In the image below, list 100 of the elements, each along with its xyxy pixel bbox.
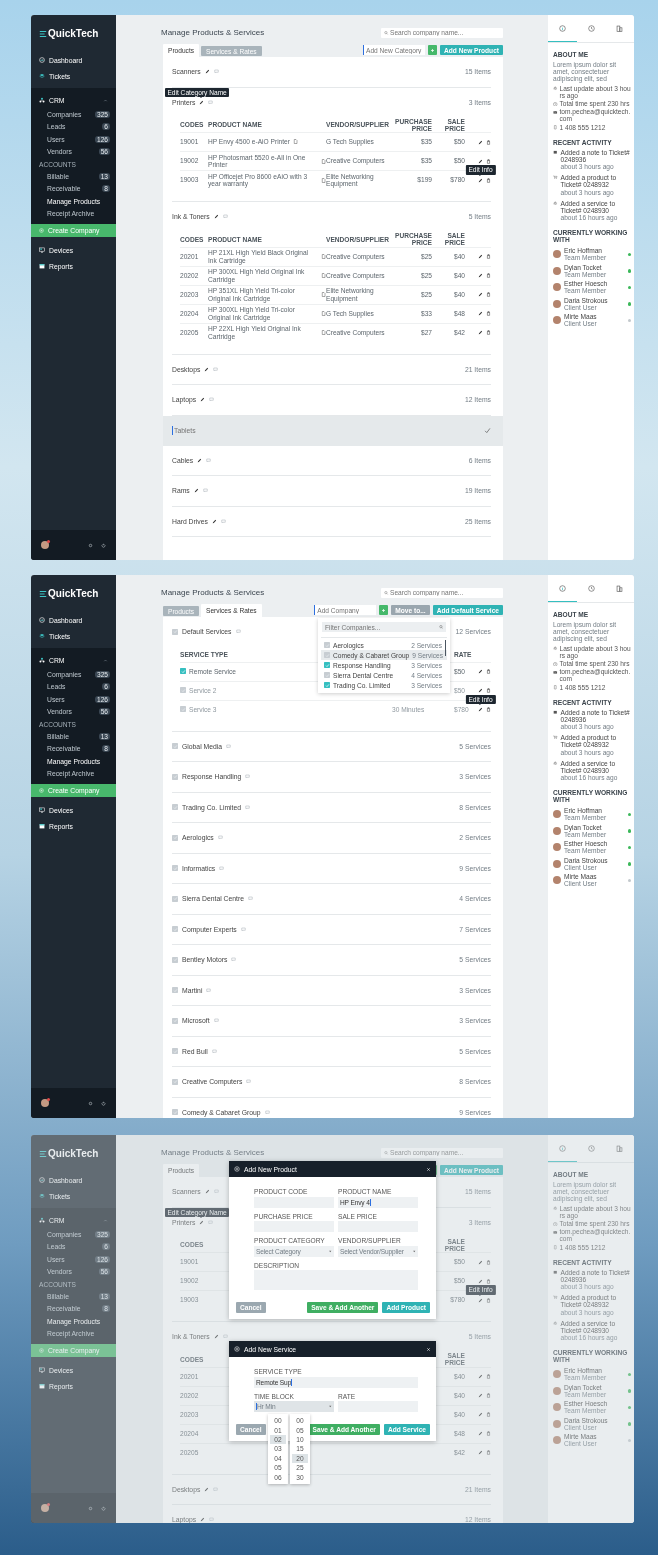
checkbox[interactable] [172, 773, 178, 780]
comment-icon[interactable] [211, 1048, 217, 1054]
settings-icon[interactable] [88, 542, 93, 548]
trash-icon[interactable] [486, 688, 491, 693]
trash-icon[interactable] [486, 707, 491, 712]
close-icon[interactable] [426, 1346, 431, 1352]
comment-icon[interactable] [208, 99, 214, 105]
checkbox[interactable] [172, 1109, 178, 1116]
comment-icon[interactable] [208, 1219, 214, 1225]
checkbox[interactable] [172, 1017, 178, 1024]
comment-icon[interactable] [264, 1109, 270, 1115]
add-button[interactable] [379, 605, 389, 615]
comment-icon[interactable] [206, 987, 212, 993]
trash-icon[interactable] [486, 158, 491, 164]
comment-icon[interactable] [213, 69, 219, 75]
pencil-icon[interactable] [193, 488, 199, 494]
pencil-icon[interactable] [478, 330, 483, 335]
comment-icon[interactable] [209, 1517, 215, 1523]
scrollbar[interactable] [445, 640, 446, 656]
comment-icon[interactable] [247, 896, 253, 902]
document-icon[interactable] [321, 254, 326, 259]
comment-icon[interactable] [219, 865, 225, 871]
comment-icon[interactable] [246, 1079, 252, 1085]
pencil-icon[interactable] [478, 273, 483, 278]
checkbox[interactable] [324, 672, 330, 678]
trash-icon[interactable] [486, 1374, 491, 1379]
trash-icon[interactable] [486, 669, 491, 674]
pencil-icon[interactable] [478, 254, 483, 259]
comment-icon[interactable] [226, 743, 232, 749]
document-icon[interactable] [321, 273, 326, 278]
checkbox[interactable] [172, 834, 178, 841]
trash-icon[interactable] [486, 292, 491, 297]
checkbox[interactable] [172, 987, 178, 994]
comment-icon[interactable] [217, 835, 223, 841]
checkbox[interactable] [172, 926, 178, 933]
trash-icon[interactable] [486, 177, 491, 183]
pencil-icon[interactable] [200, 397, 206, 403]
checkbox[interactable] [172, 628, 178, 635]
trash-icon[interactable] [486, 330, 491, 335]
comment-icon[interactable] [209, 397, 215, 403]
document-icon[interactable] [293, 139, 298, 145]
comment-icon[interactable] [235, 629, 241, 635]
trash-icon[interactable] [486, 273, 491, 278]
comment-icon[interactable] [222, 214, 228, 220]
comment-icon[interactable] [206, 457, 212, 463]
pencil-icon[interactable] [204, 69, 210, 75]
trash-icon[interactable] [486, 1278, 491, 1284]
comment-icon[interactable] [231, 957, 237, 963]
checkbox[interactable] [172, 743, 178, 750]
pencil-icon[interactable] [211, 518, 217, 524]
comment-icon[interactable] [222, 1334, 228, 1340]
comment-icon[interactable] [202, 488, 208, 494]
add-button[interactable] [428, 45, 438, 55]
checkbox[interactable] [180, 668, 186, 675]
checkbox[interactable] [172, 956, 178, 963]
pencil-icon[interactable] [478, 177, 483, 183]
checkbox[interactable] [180, 687, 186, 694]
checkbox[interactable] [172, 865, 178, 872]
pencil-icon[interactable] [197, 457, 203, 463]
comment-icon[interactable] [213, 1018, 219, 1024]
checkbox[interactable] [172, 895, 178, 902]
pencil-icon[interactable] [478, 139, 483, 145]
comment-icon[interactable] [220, 518, 226, 524]
comment-icon[interactable] [240, 926, 246, 932]
trash-icon[interactable] [486, 1259, 491, 1265]
checkbox[interactable] [172, 804, 178, 811]
checkbox[interactable] [172, 1048, 178, 1055]
comment-icon[interactable] [245, 774, 251, 780]
comment-icon[interactable] [213, 1189, 219, 1195]
trash-icon[interactable] [486, 1450, 491, 1455]
trash-icon[interactable] [486, 1412, 491, 1417]
trash-icon[interactable] [486, 1393, 491, 1398]
document-icon[interactable] [321, 158, 326, 164]
avatar[interactable] [41, 1099, 49, 1107]
document-icon[interactable] [321, 311, 326, 316]
checkbox[interactable] [324, 642, 330, 648]
check-icon[interactable] [484, 427, 491, 434]
pencil-icon[interactable] [478, 311, 483, 316]
pencil-icon[interactable] [478, 158, 483, 164]
pencil-icon[interactable] [204, 366, 210, 372]
checkbox[interactable] [324, 652, 330, 658]
trash-icon[interactable] [486, 1297, 491, 1303]
power-icon[interactable] [101, 1505, 106, 1511]
pencil-icon[interactable] [213, 214, 219, 220]
avatar[interactable] [41, 541, 49, 549]
checkbox[interactable] [180, 706, 186, 713]
trash-icon[interactable] [486, 254, 491, 259]
comment-icon[interactable] [245, 804, 251, 810]
document-icon[interactable] [321, 330, 326, 335]
document-icon[interactable] [321, 292, 326, 297]
document-icon[interactable] [321, 177, 326, 183]
comment-icon[interactable] [213, 366, 219, 372]
pencil-icon[interactable] [199, 99, 205, 105]
settings-icon[interactable] [88, 1505, 93, 1511]
pencil-icon[interactable] [478, 292, 483, 297]
pencil-icon[interactable] [478, 707, 483, 712]
close-icon[interactable] [426, 1166, 431, 1172]
comment-icon[interactable] [213, 1486, 219, 1492]
power-icon[interactable] [101, 542, 106, 548]
trash-icon[interactable] [486, 139, 491, 145]
